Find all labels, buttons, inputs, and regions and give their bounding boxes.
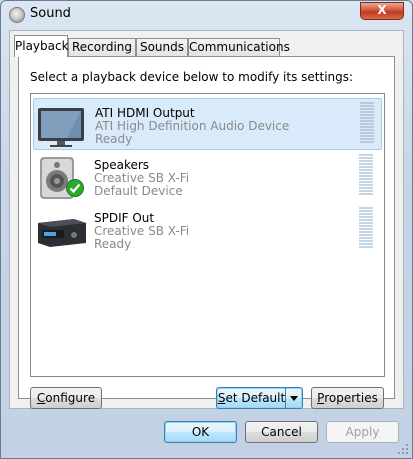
device-item-ati-hdmi[interactable]: ATI HDMI Output ATI High Definition Audi…: [33, 98, 382, 150]
monitor-icon: [38, 108, 84, 147]
tab-recording[interactable]: Recording: [68, 38, 136, 56]
close-button[interactable]: X: [360, 2, 404, 20]
window-title: Sound: [30, 6, 71, 21]
device-list[interactable]: ATI HDMI Output ATI High Definition Audi…: [30, 93, 385, 377]
device-status: Ready: [94, 237, 132, 251]
device-name: Speakers: [94, 158, 150, 172]
resize-grip-icon[interactable]: [397, 443, 409, 455]
sound-dialog: Sound X Playback Recording Sounds Commun…: [0, 0, 413, 459]
tab-playback[interactable]: Playback: [14, 35, 69, 57]
tab-sounds[interactable]: Sounds: [136, 38, 188, 56]
ok-button[interactable]: OK: [164, 421, 237, 443]
device-item-speakers[interactable]: Speakers Creative SB X-Fi Default Device: [33, 151, 382, 203]
apply-button[interactable]: Apply: [326, 421, 399, 443]
playback-instruction: Select a playback device below to modify…: [30, 70, 354, 84]
playback-panel: Select a playback device below to modify…: [18, 56, 395, 409]
device-status: Ready: [95, 132, 133, 146]
volume-meter: [359, 154, 373, 198]
tab-communications[interactable]: Communications: [188, 38, 290, 56]
device-description: Creative SB X-Fi: [94, 224, 190, 238]
device-name: SPDIF Out: [94, 211, 155, 225]
properties-button[interactable]: Properties: [311, 387, 384, 409]
sound-app-icon: [9, 7, 25, 23]
default-device-check-icon: [66, 179, 84, 197]
cancel-button[interactable]: Cancel: [245, 421, 318, 443]
device-name: ATI HDMI Output: [95, 106, 195, 120]
device-description: Creative SB X-Fi: [94, 171, 190, 185]
dialog-body: Playback Recording Sounds Communications…: [9, 30, 404, 409]
volume-meter: [359, 207, 373, 251]
spdif-receiver-icon: [38, 219, 86, 247]
device-item-spdif-out[interactable]: SPDIF Out Creative SB X-Fi Ready: [33, 204, 382, 256]
set-default-dropdown-arrow-icon[interactable]: [285, 388, 302, 408]
volume-meter: [360, 102, 374, 146]
device-description: ATI High Definition Audio Device: [95, 119, 290, 133]
title-bar[interactable]: Sound X: [1, 1, 412, 29]
device-status: Default Device: [94, 184, 183, 198]
set-default-button[interactable]: Set Default: [216, 387, 303, 409]
configure-button[interactable]: Configure: [30, 387, 102, 409]
